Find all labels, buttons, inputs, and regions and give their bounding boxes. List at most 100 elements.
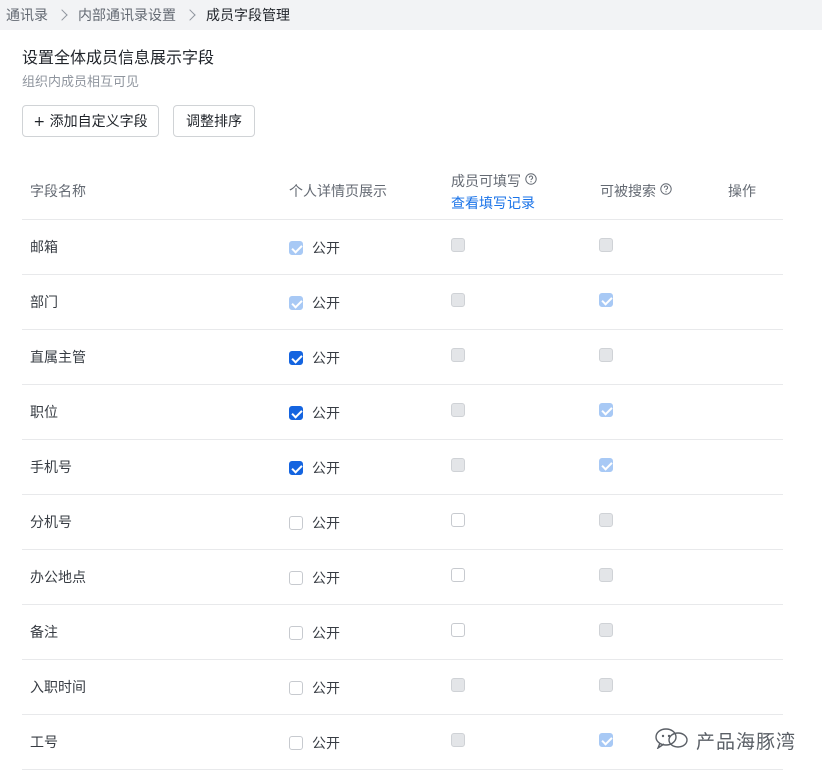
search-cell <box>599 403 613 421</box>
public-label: 公开 <box>312 571 340 587</box>
detail-checkbox <box>289 296 303 310</box>
public-label: 公开 <box>312 516 340 532</box>
fill-cell <box>451 513 465 531</box>
detail-checkbox[interactable] <box>289 681 303 695</box>
public-label: 公开 <box>312 241 340 257</box>
field-name: 分机号 <box>30 515 72 531</box>
column-header-detail: 个人详情页展示 <box>289 184 387 200</box>
column-header-search: 可被搜索 <box>600 181 672 201</box>
search-checkbox <box>599 458 613 472</box>
fill-cell <box>451 348 465 366</box>
search-cell <box>599 238 613 256</box>
detail-public-toggle[interactable]: 公开 <box>289 568 340 588</box>
fill-checkbox <box>451 238 465 252</box>
fill-checkbox[interactable] <box>451 513 465 527</box>
help-icon[interactable] <box>525 173 537 189</box>
detail-public-toggle: 公开 <box>289 238 340 258</box>
fill-cell <box>451 733 465 751</box>
watermark: 产品海豚湾 <box>654 727 796 754</box>
breadcrumb-current: 成员字段管理 <box>206 8 290 24</box>
table-row: 备注 公开 <box>22 605 783 660</box>
add-custom-field-button[interactable]: + 添加自定义字段 <box>22 105 159 137</box>
fill-cell <box>451 238 465 256</box>
search-checkbox <box>599 733 613 747</box>
detail-public-toggle: 公开 <box>289 293 340 313</box>
field-name: 职位 <box>30 405 58 421</box>
column-header-fill: 成员可填写 查看填写记录 <box>451 171 537 213</box>
search-cell <box>599 348 613 366</box>
detail-public-toggle[interactable]: 公开 <box>289 403 340 423</box>
chevron-right-icon <box>56 9 68 21</box>
adjust-order-button[interactable]: 调整排序 <box>173 105 255 137</box>
detail-public-toggle[interactable]: 公开 <box>289 458 340 478</box>
view-fill-records-link[interactable]: 查看填写记录 <box>451 193 537 213</box>
breadcrumb-contacts[interactable]: 通讯录 <box>6 5 48 25</box>
column-header-name: 字段名称 <box>30 184 86 200</box>
search-checkbox <box>599 568 613 582</box>
search-cell <box>599 623 613 641</box>
search-cell <box>599 458 613 476</box>
table-row: 邮箱 公开 <box>22 220 783 275</box>
public-label: 公开 <box>312 296 340 312</box>
column-header-search-label: 可被搜索 <box>600 184 656 200</box>
detail-checkbox[interactable] <box>289 571 303 585</box>
field-table: 字段名称 个人详情页展示 成员可填写 查看填写记录 可被搜索 操作 邮箱 公开 部门… <box>22 163 783 770</box>
fill-checkbox <box>451 293 465 307</box>
search-checkbox <box>599 678 613 692</box>
fill-checkbox[interactable] <box>451 623 465 637</box>
detail-checkbox[interactable] <box>289 351 303 365</box>
field-name: 入职时间 <box>30 680 86 696</box>
wechat-icon <box>654 727 690 754</box>
table-body: 邮箱 公开 部门 公开 直属主管 公开 职位 公开 手机号 公开 分机号 公开 办公地点 公开 备注 公开 入职… <box>22 220 783 770</box>
column-header-operation: 操作 <box>728 184 756 200</box>
table-header: 字段名称 个人详情页展示 成员可填写 查看填写记录 可被搜索 操作 <box>22 163 783 220</box>
search-checkbox <box>599 623 613 637</box>
breadcrumb: 通讯录 内部通讯录设置 成员字段管理 <box>0 0 822 30</box>
detail-checkbox[interactable] <box>289 626 303 640</box>
search-checkbox <box>599 513 613 527</box>
table-row: 办公地点 公开 <box>22 550 783 605</box>
field-name: 部门 <box>30 295 58 311</box>
fill-checkbox <box>451 458 465 472</box>
search-checkbox <box>599 293 613 307</box>
detail-checkbox[interactable] <box>289 516 303 530</box>
help-icon[interactable] <box>660 183 672 199</box>
fill-checkbox <box>451 678 465 692</box>
search-cell <box>599 733 613 751</box>
search-cell <box>599 513 613 531</box>
page-title: 设置全体成员信息展示字段 <box>22 48 215 67</box>
fill-cell <box>451 403 465 421</box>
detail-public-toggle[interactable]: 公开 <box>289 513 340 533</box>
field-name: 直属主管 <box>30 350 86 366</box>
detail-checkbox <box>289 241 303 255</box>
table-row: 职位 公开 <box>22 385 783 440</box>
detail-public-toggle[interactable]: 公开 <box>289 348 340 368</box>
detail-checkbox[interactable] <box>289 461 303 475</box>
fill-checkbox[interactable] <box>451 568 465 582</box>
search-checkbox <box>599 238 613 252</box>
column-header-fill-label: 成员可填写 <box>451 174 521 190</box>
detail-public-toggle[interactable]: 公开 <box>289 623 340 643</box>
fill-checkbox <box>451 403 465 417</box>
public-label: 公开 <box>312 461 340 477</box>
field-name: 工号 <box>30 735 58 751</box>
search-cell <box>599 678 613 696</box>
page-subtitle: 组织内成员相互可见 <box>22 75 140 90</box>
fill-cell <box>451 293 465 311</box>
public-label: 公开 <box>312 681 340 697</box>
detail-public-toggle[interactable]: 公开 <box>289 678 340 698</box>
table-row: 入职时间 公开 <box>22 660 783 715</box>
field-name: 邮箱 <box>30 240 58 256</box>
field-name: 备注 <box>30 625 58 641</box>
fill-checkbox <box>451 733 465 747</box>
public-label: 公开 <box>312 626 340 642</box>
search-checkbox <box>599 348 613 362</box>
public-label: 公开 <box>312 736 340 752</box>
search-cell <box>599 568 613 586</box>
fill-cell <box>451 623 465 641</box>
breadcrumb-internal-settings[interactable]: 内部通讯录设置 <box>78 5 176 25</box>
detail-checkbox[interactable] <box>289 736 303 750</box>
detail-checkbox[interactable] <box>289 406 303 420</box>
search-checkbox <box>599 403 613 417</box>
detail-public-toggle[interactable]: 公开 <box>289 733 340 753</box>
